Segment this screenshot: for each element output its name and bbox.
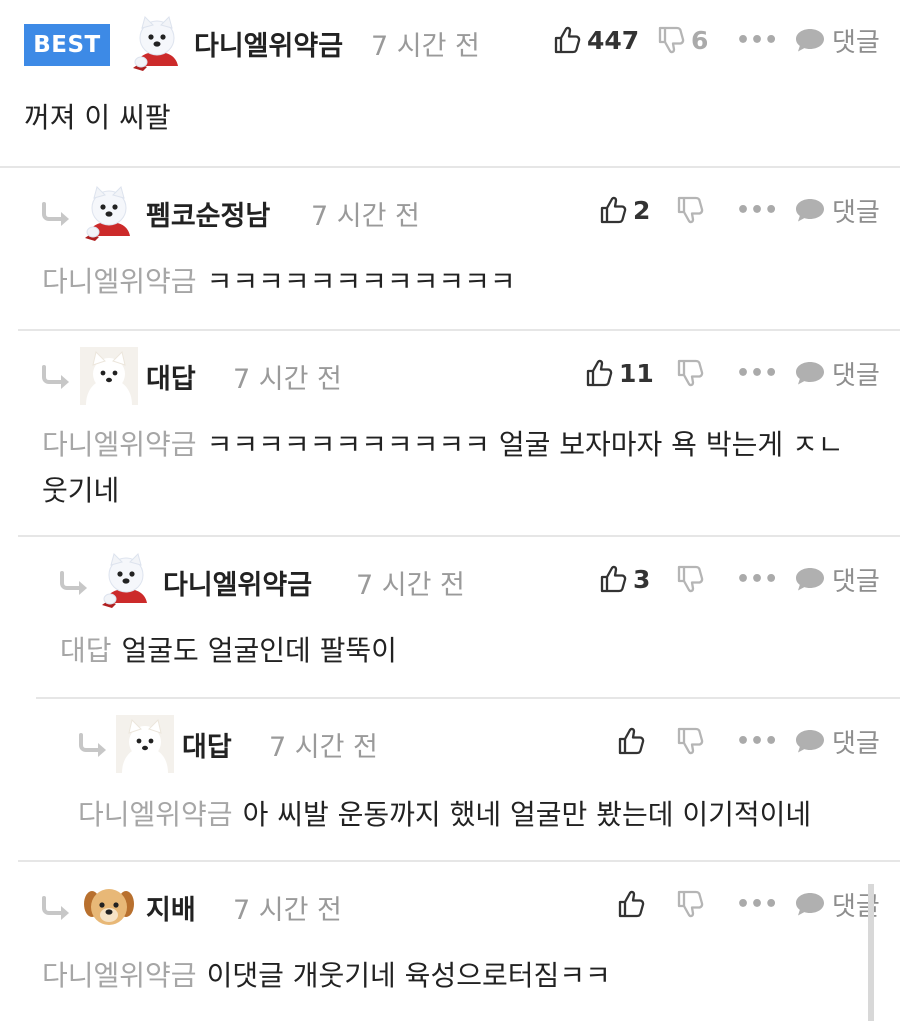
reply-arrow-icon (40, 365, 74, 391)
like-button[interactable]: 447 (553, 20, 639, 60)
comment-body: 이댓글 개웃기네 육성으로터짐ㅋㅋ (206, 959, 611, 992)
timestamp: 7 시간 전 (311, 201, 420, 232)
speech-bubble-icon (794, 359, 826, 387)
comment-text: 대답 얼굴도 얼굴인데 팔뚝이 (60, 625, 397, 677)
scrollbar[interactable] (868, 884, 874, 1021)
avatar[interactable] (97, 551, 155, 609)
comment-text: 다니엘위약금 ㅋㅋㅋㅋㅋㅋㅋㅋㅋㅋㅋㅋ (42, 256, 516, 308)
thumbs-up-icon (553, 25, 581, 55)
reply-button[interactable]: 댓글 (794, 559, 880, 599)
reply-label: 댓글 (832, 27, 880, 58)
username[interactable]: 다니엘위약금 (194, 24, 343, 63)
speech-bubble-icon (794, 565, 826, 593)
mention[interactable]: 다니엘위약금 (42, 428, 197, 461)
username[interactable]: 펨코순정남 (146, 194, 270, 233)
dislike-count: 6 (691, 25, 709, 55)
reply-button[interactable]: 댓글 (794, 190, 880, 230)
like-button[interactable]: 2 (599, 190, 650, 230)
divider (36, 697, 900, 699)
avatar[interactable] (128, 14, 186, 72)
like-button[interactable] (617, 721, 645, 761)
like-count: 3 (633, 564, 651, 594)
dislike-button[interactable] (676, 884, 704, 924)
comment-body: 아 씨발 운동까지 했네 얼굴만 봤는데 이기적이네 (242, 798, 812, 831)
comment-body: ㅋㅋㅋㅋㅋㅋㅋㅋㅋㅋㅋㅋ (206, 265, 516, 298)
divider (18, 535, 900, 537)
more-options-icon[interactable]: ••• (736, 559, 778, 599)
comment-text: 꺼져 이 씨팔 (24, 101, 171, 134)
reply-arrow-icon (77, 733, 111, 759)
thumbs-up-icon (585, 358, 613, 388)
like-button[interactable]: 11 (585, 353, 654, 393)
like-count: 11 (619, 358, 654, 388)
username[interactable]: 지배 (146, 888, 196, 927)
reply-button[interactable]: 댓글 (794, 20, 880, 60)
thumbs-up-icon (617, 726, 645, 756)
reply-label: 댓글 (832, 360, 880, 391)
comment-body: 얼굴도 얼굴인데 팔뚝이 (121, 634, 397, 667)
thumbs-down-icon (676, 564, 704, 594)
timestamp: 7 시간 전 (356, 570, 465, 601)
reply-label: 댓글 (832, 197, 880, 228)
dislike-button[interactable] (676, 721, 704, 761)
like-count: 2 (633, 195, 651, 225)
comment-text: 다니엘위약금 ㅋㅋㅋㅋㅋㅋㅋㅋㅋㅋㅋ 얼굴 보자마자 욕 박는게 ㅈㄴ (42, 419, 844, 471)
reply-arrow-icon (40, 202, 74, 228)
reply-label: 댓글 (832, 728, 880, 759)
thumbs-down-icon (676, 726, 704, 756)
reply-button[interactable]: 댓글 (794, 721, 880, 761)
mention[interactable]: 다니엘위약금 (78, 798, 233, 831)
reply-button[interactable]: 댓글 (794, 884, 880, 924)
like-count: 447 (587, 25, 640, 55)
reply-arrow-icon (40, 896, 74, 922)
speech-bubble-icon (794, 890, 826, 918)
comment-text-continued: 웃기네 (42, 474, 120, 507)
more-options-icon[interactable]: ••• (736, 884, 778, 924)
mention[interactable]: 대답 (60, 634, 112, 667)
dislike-button[interactable]: 6 (657, 20, 708, 60)
like-button[interactable]: 3 (599, 559, 650, 599)
speech-bubble-icon (794, 727, 826, 755)
thumbs-down-icon (657, 25, 685, 55)
divider (0, 166, 900, 168)
username[interactable]: 대답 (182, 725, 232, 764)
dislike-button[interactable] (676, 559, 704, 599)
timestamp: 7 시간 전 (233, 895, 342, 926)
reply-arrow-icon (58, 571, 92, 597)
like-button[interactable] (617, 884, 645, 924)
timestamp: 7 시간 전 (371, 31, 480, 62)
thumbs-up-icon (617, 889, 645, 919)
dislike-button[interactable] (676, 190, 704, 230)
dislike-button[interactable] (676, 353, 704, 393)
speech-bubble-icon (794, 26, 826, 54)
reply-button[interactable]: 댓글 (794, 353, 880, 393)
more-options-icon[interactable]: ••• (736, 721, 778, 761)
thumbs-down-icon (676, 889, 704, 919)
thumbs-up-icon (599, 195, 627, 225)
avatar[interactable] (80, 878, 138, 936)
thumbs-up-icon (599, 564, 627, 594)
timestamp: 7 시간 전 (233, 364, 342, 395)
best-badge: BEST (24, 24, 110, 66)
divider (18, 860, 900, 862)
mention[interactable]: 다니엘위약금 (42, 959, 197, 992)
mention[interactable]: 다니엘위약금 (42, 265, 197, 298)
more-options-icon[interactable]: ••• (736, 20, 778, 60)
divider (18, 329, 900, 331)
more-options-icon[interactable]: ••• (736, 190, 778, 230)
comment-text: 다니엘위약금 이댓글 개웃기네 육성으로터짐ㅋㅋ (42, 950, 611, 1002)
comment-body: ㅋㅋㅋㅋㅋㅋㅋㅋㅋㅋㅋ 얼굴 보자마자 욕 박는게 ㅈㄴ (206, 428, 844, 461)
reply-label: 댓글 (832, 566, 880, 597)
avatar[interactable] (80, 347, 138, 405)
avatar[interactable] (116, 715, 174, 773)
thumbs-down-icon (676, 358, 704, 388)
comment-text: 다니엘위약금 아 씨발 운동까지 했네 얼굴만 봤는데 이기적이네 (78, 789, 811, 841)
timestamp: 7 시간 전 (269, 732, 378, 763)
more-options-icon[interactable]: ••• (736, 353, 778, 393)
avatar[interactable] (80, 184, 138, 242)
username[interactable]: 대답 (146, 357, 196, 396)
speech-bubble-icon (794, 196, 826, 224)
username[interactable]: 다니엘위약금 (163, 563, 312, 602)
thumbs-down-icon (676, 195, 704, 225)
